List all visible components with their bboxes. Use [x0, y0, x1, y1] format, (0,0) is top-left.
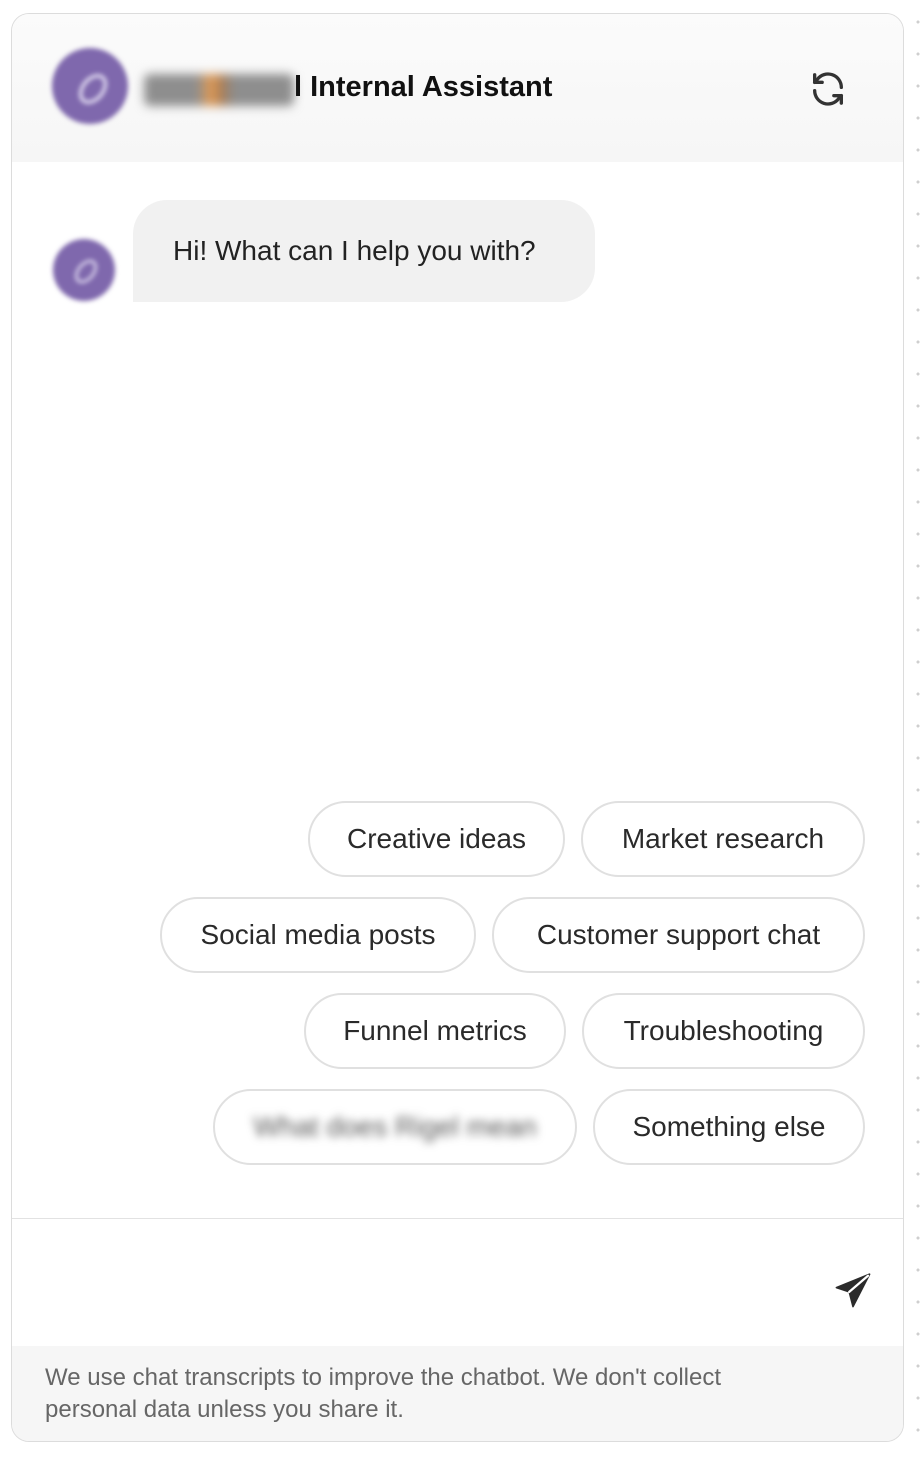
assistant-avatar-icon: [53, 239, 115, 301]
suggestion-chip-social-media-posts[interactable]: Social media posts: [160, 897, 476, 973]
suggestion-chip-label: Something else: [632, 1111, 826, 1142]
assistant-message-text: Hi! What can I help you with?: [173, 235, 536, 266]
suggestion-chip-label: What does Rigel mean: [253, 1111, 537, 1142]
assistant-message: Hi! What can I help you with?: [133, 200, 595, 302]
suggestion-chip-creative-ideas[interactable]: Creative ideas: [308, 801, 565, 877]
suggestion-chip-label: Market research: [621, 823, 825, 854]
privacy-disclaimer: We use chat transcripts to improve the c…: [45, 1364, 722, 1423]
chat-title: l Internal Assistant: [294, 71, 553, 103]
suggestion-chip-funnel-metrics[interactable]: Funnel metrics: [304, 993, 566, 1069]
message-input[interactable]: [42, 1247, 806, 1319]
suggestion-chip-label: Troubleshooting: [623, 1015, 824, 1046]
chat-header: l Internal Assistant: [12, 14, 903, 162]
suggestion-chip-market-research[interactable]: Market research: [581, 801, 865, 877]
redacted-brand-name: [144, 74, 294, 106]
suggestion-chip-customer-support-chat[interactable]: Customer support chat: [492, 897, 865, 973]
suggestion-chip-label: Customer support chat: [536, 919, 821, 950]
suggestion-chip-something-else[interactable]: Something else: [593, 1089, 865, 1165]
refresh-button[interactable]: [804, 65, 852, 113]
suggestion-chip-label: Funnel metrics: [343, 1015, 527, 1046]
chat-widget: l Internal Assistant Hi! What can I help…: [11, 13, 904, 1442]
refresh-icon: [813, 72, 843, 106]
suggestion-chip-label: Social media posts: [200, 919, 436, 950]
suggestion-chip-label: Creative ideas: [347, 823, 526, 854]
chat-footer: We use chat transcripts to improve the c…: [12, 1346, 903, 1441]
send-button[interactable]: [826, 1263, 880, 1317]
suggestion-chip-what-does-it-mean[interactable]: What does Rigel mean: [213, 1089, 577, 1165]
message-composer: [12, 1218, 903, 1346]
suggestion-chip-troubleshooting[interactable]: Troubleshooting: [582, 993, 865, 1069]
send-icon: [835, 1273, 871, 1308]
assistant-logo-icon: [52, 48, 128, 124]
